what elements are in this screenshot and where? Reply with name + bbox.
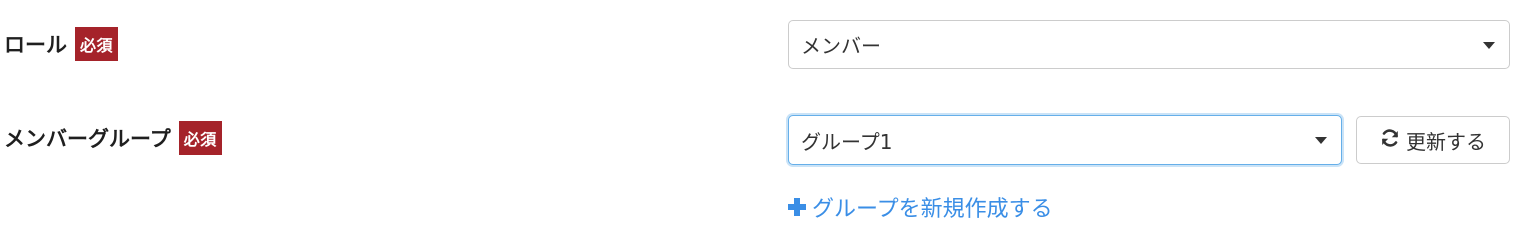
create-group-link[interactable]: グループを新規作成する bbox=[788, 191, 1053, 223]
role-required-badge: 必須 bbox=[75, 27, 119, 61]
role-select[interactable]: メンバー bbox=[788, 20, 1510, 69]
refresh-icon bbox=[1380, 128, 1400, 153]
role-label: ロール bbox=[4, 33, 67, 57]
member-group-select-value: グループ1 bbox=[801, 129, 893, 154]
member-group-label: メンバーグループ bbox=[4, 127, 171, 151]
member-group-label-group: メンバーグループ 必須 bbox=[4, 121, 222, 155]
role-label-group: ロール 必須 bbox=[4, 27, 119, 61]
plus-icon bbox=[788, 198, 806, 216]
refresh-button-label: 更新する bbox=[1406, 129, 1486, 154]
refresh-button[interactable]: 更新する bbox=[1356, 116, 1510, 164]
create-group-link-label: グループを新規作成する bbox=[812, 197, 1053, 222]
chevron-down-icon bbox=[1483, 41, 1495, 49]
member-group-select[interactable]: グループ1 bbox=[788, 115, 1342, 165]
chevron-down-icon bbox=[1315, 137, 1327, 144]
member-group-required-badge: 必須 bbox=[178, 121, 222, 155]
role-select-value: メンバー bbox=[801, 34, 881, 58]
